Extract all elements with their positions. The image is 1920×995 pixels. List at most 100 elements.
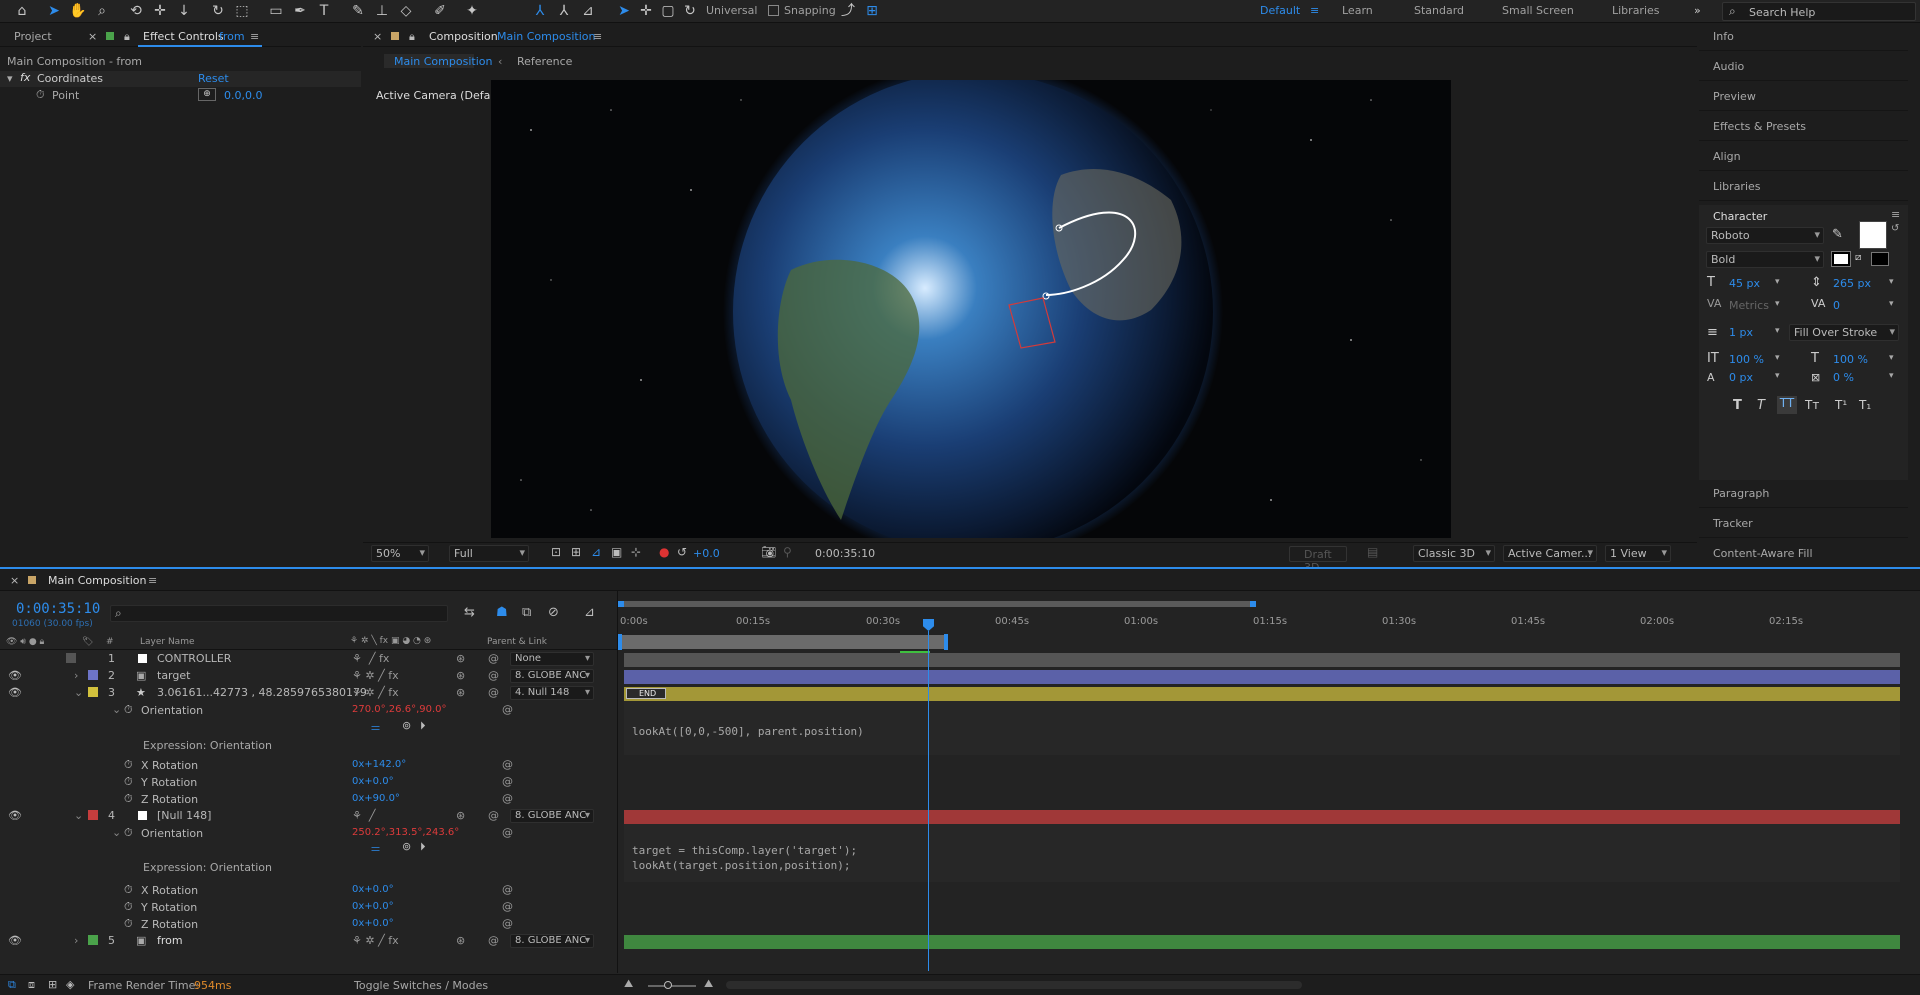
local-axis-icon[interactable]: ⅄ xyxy=(530,2,550,20)
panel-paragraph[interactable]: Paragraph xyxy=(1699,482,1908,508)
vscale-arrow-icon[interactable]: ▾ xyxy=(1775,353,1780,363)
show-snapshot-icon[interactable]: ⚲ xyxy=(783,545,792,559)
pen-tool-icon[interactable]: ✒ xyxy=(290,2,310,20)
stopwatch-icon[interactable]: ⏱︎ xyxy=(124,775,133,789)
small-caps-icon[interactable]: Tт xyxy=(1805,398,1819,412)
panel-tracker[interactable]: Tracker xyxy=(1699,512,1908,538)
layer-5-bar[interactable] xyxy=(624,935,1900,949)
zoom-out-icon[interactable]: ⛰︎ xyxy=(624,977,633,991)
layer-1-parent-dropdown[interactable]: None xyxy=(510,652,594,666)
layer-2-3d-icon[interactable]: ⊛ xyxy=(456,669,465,682)
layer-4-orientation-value[interactable]: 250.2°,313.5°,243.6° xyxy=(352,827,459,838)
layer-1-pickwhip-icon[interactable]: @ xyxy=(488,652,499,665)
workspace-standard[interactable]: Standard xyxy=(1414,4,1464,17)
stopwatch-icon[interactable]: ⏱︎ xyxy=(124,703,133,717)
reset-exposure-icon[interactable]: ↺ xyxy=(677,545,687,559)
dolly-tool-icon[interactable]: ↓ xyxy=(174,2,194,20)
faux-italic-icon[interactable]: T xyxy=(1757,398,1765,413)
snap-magnet-icon[interactable]: ⤴ xyxy=(838,2,858,20)
layer-2-visibility-icon[interactable]: 👁︎ xyxy=(8,669,22,682)
panel-content-aware-fill[interactable]: Content-Aware Fill xyxy=(1699,542,1908,568)
layer-2-name[interactable]: target xyxy=(157,669,190,682)
layer-3-name[interactable]: 3.06161...42773 , 48.2859765380179 xyxy=(157,686,367,699)
layer-4-name[interactable]: [Null 148] xyxy=(157,809,211,822)
layer-3-zrot-pickwhip-icon[interactable]: @ xyxy=(502,792,513,805)
camera-dropdown[interactable]: Active Camer... xyxy=(1503,545,1597,562)
swap-colors-icon[interactable]: ↺ xyxy=(1891,223,1899,234)
layer-4-orientation-pickwhip-icon[interactable]: @ xyxy=(502,826,513,839)
type-tool-icon[interactable]: T xyxy=(314,2,334,20)
layer-5-expand-icon[interactable]: › xyxy=(74,934,78,947)
layer-5-switches[interactable]: ⚘ ✲ ╱ fx xyxy=(352,934,399,947)
leading-arrow-icon[interactable]: ▾ xyxy=(1889,277,1894,287)
no-stroke-icon[interactable]: ⧄ xyxy=(1855,252,1861,263)
faux-bold-icon[interactable]: T xyxy=(1733,398,1742,413)
draft-3d-button[interactable]: Draft 3D xyxy=(1289,546,1347,574)
stopwatch-icon[interactable]: ⏱︎ xyxy=(124,900,133,914)
brush-tool-icon[interactable]: ✎ xyxy=(348,2,368,20)
view-axis-icon[interactable]: ⊿ xyxy=(578,2,598,20)
layer-3-pickwhip-icon[interactable]: @ xyxy=(488,686,499,699)
transparency-grid-icon[interactable]: ⊞ xyxy=(571,545,581,559)
layer-5-name[interactable]: from xyxy=(157,934,183,947)
workspace-libraries[interactable]: Libraries xyxy=(1612,4,1660,17)
composition-viewer[interactable] xyxy=(491,80,1451,538)
layer-1-bar[interactable] xyxy=(624,653,1900,667)
home-icon[interactable]: ⌂ xyxy=(12,2,32,20)
disclosure-triangle-icon[interactable]: ▾ xyxy=(7,72,13,85)
layer-4-collapse-icon[interactable]: ⌄ xyxy=(74,809,83,822)
layer-2-parent-dropdown[interactable]: 8. GLOBE ANC xyxy=(510,669,594,683)
layer-2-label[interactable] xyxy=(88,670,98,680)
panel-preview[interactable]: Preview xyxy=(1699,85,1908,111)
3d-select-icon[interactable]: ➤ xyxy=(614,2,634,20)
crosshair-icon[interactable]: ⊕ xyxy=(198,88,216,101)
expression-pickwhip-icon[interactable]: ⏵ xyxy=(420,840,426,854)
layer-1-name[interactable]: CONTROLLER xyxy=(157,652,231,665)
layer-5-label[interactable] xyxy=(88,935,98,945)
selection-tool-icon[interactable]: ➤ xyxy=(44,2,64,20)
orbit-tool-icon[interactable]: ⟲ xyxy=(126,2,146,20)
viewer-timecode[interactable]: 0:00:35:10 xyxy=(815,547,875,560)
snapping-checkbox[interactable] xyxy=(768,5,779,16)
snap-grid-icon[interactable]: ⊞ xyxy=(862,2,882,20)
layer-3-xrot-pickwhip-icon[interactable]: @ xyxy=(502,758,513,771)
timeline-tab-main-composition[interactable]: Main Composition xyxy=(48,574,146,587)
layer-5-visibility-icon[interactable]: 👁︎ xyxy=(8,934,22,947)
layer-3-yrot-value[interactable]: 0x+0.0° xyxy=(352,776,394,787)
workspace-menu-icon[interactable]: ≡ xyxy=(1310,4,1319,17)
3d-move-icon[interactable]: ✛ xyxy=(636,2,656,20)
layer-4-zrot-pickwhip-icon[interactable]: @ xyxy=(502,917,513,930)
tab-project[interactable]: Project xyxy=(14,30,52,43)
layer-row-2[interactable]: 👁︎ › 2 ▣ target ⚘ ✲ ╱ fx ⊛ @ 8. GLOBE AN… xyxy=(0,669,617,685)
panel-effects-presets[interactable]: Effects & Presets xyxy=(1699,115,1908,141)
fx-icon[interactable]: fx xyxy=(20,71,30,84)
snapping-label[interactable]: Snapping xyxy=(784,4,836,17)
navigator-end-handle[interactable] xyxy=(1250,601,1256,607)
more-workspaces-icon[interactable]: » xyxy=(1694,4,1701,17)
column-divider[interactable] xyxy=(617,591,618,973)
layer-3-zrot-value[interactable]: 0x+90.0° xyxy=(352,793,400,804)
resolution-dropdown[interactable]: Full xyxy=(449,545,529,562)
layer-3-collapse-icon[interactable]: ⌄ xyxy=(74,686,83,699)
expression-enable-icon[interactable]: ＝ xyxy=(370,841,381,857)
layer-1-switches[interactable]: ⚘ ╱ fx xyxy=(352,652,389,665)
layer-3-3d-icon[interactable]: ⊛ xyxy=(456,686,465,699)
baseline-shift-value[interactable]: 0 px xyxy=(1729,371,1753,384)
baseline-arrow-icon[interactable]: ▾ xyxy=(1775,371,1780,381)
fast-preview-icon[interactable]: ⊡ xyxy=(551,545,561,559)
3d-rotate-icon[interactable]: ↻ xyxy=(680,2,700,20)
world-axis-icon[interactable]: ⅄ xyxy=(554,2,574,20)
tracking-value[interactable]: 0 xyxy=(1833,299,1840,312)
layer-5-parent-dropdown[interactable]: 8. GLOBE ANC xyxy=(510,934,594,948)
layer-3-zrot-row[interactable]: ⏱︎ Z Rotation 0x+90.0° @ xyxy=(0,792,617,808)
hscale-arrow-icon[interactable]: ▾ xyxy=(1889,353,1894,363)
exposure-value[interactable]: +0.0 xyxy=(693,547,720,560)
zoom-dropdown[interactable]: 50% xyxy=(371,545,429,562)
frame-blending-icon[interactable]: ⊘ xyxy=(548,605,559,620)
font-size-value[interactable]: 45 px xyxy=(1729,277,1760,290)
grid-guides-icon[interactable]: ⊹ xyxy=(631,545,641,559)
vertical-scale-value[interactable]: 100 % xyxy=(1729,353,1764,366)
stroke-width-arrow-icon[interactable]: ▾ xyxy=(1775,326,1780,336)
layer-4-yrot-pickwhip-icon[interactable]: @ xyxy=(502,900,513,913)
disclosure-triangle-icon[interactable]: ⌄ xyxy=(112,703,121,716)
